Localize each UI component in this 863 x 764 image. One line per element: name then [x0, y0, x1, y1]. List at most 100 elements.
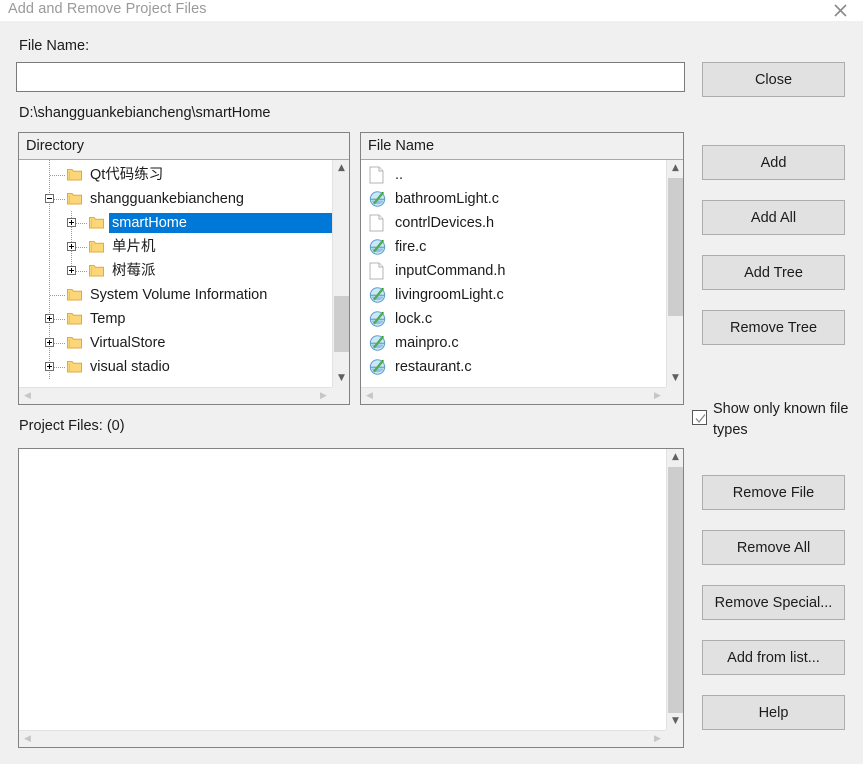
file-list-item[interactable]: fire.c — [361, 235, 666, 259]
file-list-item[interactable]: livingroomLight.c — [361, 283, 666, 307]
directory-tree-item[interactable]: smartHome — [19, 211, 332, 235]
checkbox-label: Show only known file types — [713, 401, 849, 438]
directory-tree-item[interactable]: 单片机 — [19, 235, 332, 259]
file-name-label: File Name: — [19, 38, 90, 54]
directory-tree-item-label: Temp — [90, 311, 126, 327]
folder-icon — [89, 264, 104, 277]
file-list-horizontal-scrollbar[interactable]: ◀ ▶ — [361, 387, 666, 404]
scroll-right-icon[interactable]: ▶ — [649, 731, 666, 747]
directory-tree-item[interactable]: Temp — [19, 307, 332, 331]
project-files-horizontal-scrollbar[interactable]: ◀ ▶ — [19, 730, 666, 747]
tree-expand-icon[interactable] — [45, 362, 54, 371]
project-files-vertical-scrollbar[interactable]: ▲ ▼ — [666, 449, 683, 730]
remove-file-button[interactable]: Remove File — [702, 475, 845, 510]
directory-tree-item[interactable]: visual stadio — [19, 355, 332, 379]
directory-tree-item[interactable]: System Volume Information — [19, 283, 332, 307]
scroll-left-icon[interactable]: ◀ — [361, 388, 378, 404]
scroll-right-icon[interactable]: ▶ — [315, 388, 332, 404]
file-list-item[interactable]: contrlDevices.h — [361, 211, 666, 235]
scroll-up-icon[interactable]: ▲ — [667, 160, 683, 177]
scroll-left-icon[interactable]: ◀ — [19, 388, 36, 404]
remove-tree-button[interactable]: Remove Tree — [702, 310, 845, 345]
file-list-item[interactable]: mainpro.c — [361, 331, 666, 355]
tree-expand-icon[interactable] — [67, 266, 76, 275]
close-window-button[interactable] — [817, 0, 863, 21]
folder-icon — [67, 312, 82, 325]
add-button[interactable]: Add — [702, 145, 845, 180]
tree-expand-icon[interactable] — [67, 218, 76, 227]
scrollbar-corner — [666, 730, 683, 747]
directory-tree: Qt代码练习 shangguankebiancheng smartHome 单片机 树莓… — [19, 160, 332, 379]
add-tree-button[interactable]: Add Tree — [702, 255, 845, 290]
file-list-item-label: mainpro.c — [395, 335, 459, 351]
document-icon — [369, 214, 386, 233]
scroll-up-icon[interactable]: ▲ — [333, 160, 349, 177]
tree-collapse-icon[interactable] — [45, 194, 54, 203]
file-list-item[interactable]: restaurant.c — [361, 355, 666, 379]
file-list-item-label: bathroomLight.c — [395, 191, 499, 207]
file-list-vertical-scrollbar[interactable]: ▲ ▼ — [666, 160, 683, 387]
tree-expand-icon[interactable] — [67, 242, 76, 251]
directory-horizontal-scrollbar[interactable]: ◀ ▶ — [19, 387, 332, 404]
c-source-icon — [369, 238, 386, 257]
file-list-item-label: livingroomLight.c — [395, 287, 504, 303]
folder-icon — [67, 192, 82, 205]
file-list-item-label: .. — [395, 167, 404, 183]
directory-tree-item-label: Qt代码练习 — [90, 167, 164, 183]
checkbox-box[interactable] — [692, 410, 707, 425]
file-list-item-label: fire.c — [395, 239, 427, 255]
tree-expand-icon[interactable] — [45, 338, 54, 347]
show-only-known-file-types-checkbox[interactable]: Show only known file types — [692, 399, 857, 441]
directory-tree-item[interactable]: shangguankebiancheng — [19, 187, 332, 211]
scroll-right-icon[interactable]: ▶ — [649, 388, 666, 404]
tree-expand-icon[interactable] — [45, 314, 54, 323]
directory-panel-header: Directory — [19, 133, 349, 160]
directory-tree-viewport: Qt代码练习 shangguankebiancheng smartHome 单片机 树莓… — [19, 160, 332, 387]
project-files-list — [19, 449, 666, 452]
scroll-down-icon[interactable]: ▼ — [667, 370, 683, 387]
add-remove-project-files-dialog: Add and Remove Project Files File Name: … — [0, 0, 863, 764]
file-list-scroll-thumb[interactable] — [668, 178, 683, 316]
folder-icon — [89, 240, 104, 253]
remove-all-button[interactable]: Remove All — [702, 530, 845, 565]
file-list-item[interactable]: lock.c — [361, 307, 666, 331]
scrollbar-corner — [332, 387, 349, 404]
add-all-button[interactable]: Add All — [702, 200, 845, 235]
window-title: Add and Remove Project Files — [8, 1, 207, 17]
file-list-item-label: restaurant.c — [395, 359, 472, 375]
remove-special-button[interactable]: Remove Special... — [702, 585, 845, 620]
file-list-panel: File Name .. bathroomLight.c contrlDevices… — [360, 132, 684, 405]
directory-tree-item-label: VirtualStore — [90, 335, 166, 351]
file-name-input[interactable] — [16, 62, 685, 92]
help-button[interactable]: Help — [702, 695, 845, 730]
directory-tree-item[interactable]: 树莓派 — [19, 259, 332, 283]
directory-tree-item[interactable]: VirtualStore — [19, 331, 332, 355]
scroll-up-icon[interactable]: ▲ — [667, 449, 683, 466]
file-list-item[interactable]: bathroomLight.c — [361, 187, 666, 211]
directory-tree-item-label: smartHome — [109, 213, 332, 233]
file-list-item[interactable]: .. — [361, 163, 666, 187]
c-source-icon — [369, 286, 386, 305]
scroll-down-icon[interactable]: ▼ — [667, 713, 683, 730]
tree-connector — [50, 295, 66, 296]
project-files-scroll-thumb[interactable] — [668, 467, 683, 713]
tree-connector — [50, 175, 66, 176]
project-files-panel: ▲ ▼ ◀ ▶ — [18, 448, 684, 748]
file-list-item-label: lock.c — [395, 311, 433, 327]
directory-scroll-thumb[interactable] — [334, 296, 349, 352]
directory-tree-item-label: System Volume Information — [90, 287, 268, 303]
file-list-item-label: contrlDevices.h — [395, 215, 495, 231]
directory-vertical-scrollbar[interactable]: ▲ ▼ — [332, 160, 349, 387]
add-from-list-button[interactable]: Add from list... — [702, 640, 845, 675]
directory-tree-item-label: shangguankebiancheng — [90, 191, 244, 207]
project-files-viewport — [19, 449, 666, 730]
file-list: .. bathroomLight.c contrlDevices.h fire.c in… — [361, 160, 666, 379]
file-list-item[interactable]: inputCommand.h — [361, 259, 666, 283]
directory-tree-item[interactable]: Qt代码练习 — [19, 163, 332, 187]
directory-tree-item-label: visual stadio — [90, 359, 170, 375]
directory-panel: Directory Qt代码练习 shangguankebiancheng smar… — [18, 132, 350, 405]
scroll-left-icon[interactable]: ◀ — [19, 731, 36, 747]
file-list-item-label: inputCommand.h — [395, 263, 506, 279]
close-button[interactable]: Close — [702, 62, 845, 97]
scroll-down-icon[interactable]: ▼ — [333, 370, 349, 387]
